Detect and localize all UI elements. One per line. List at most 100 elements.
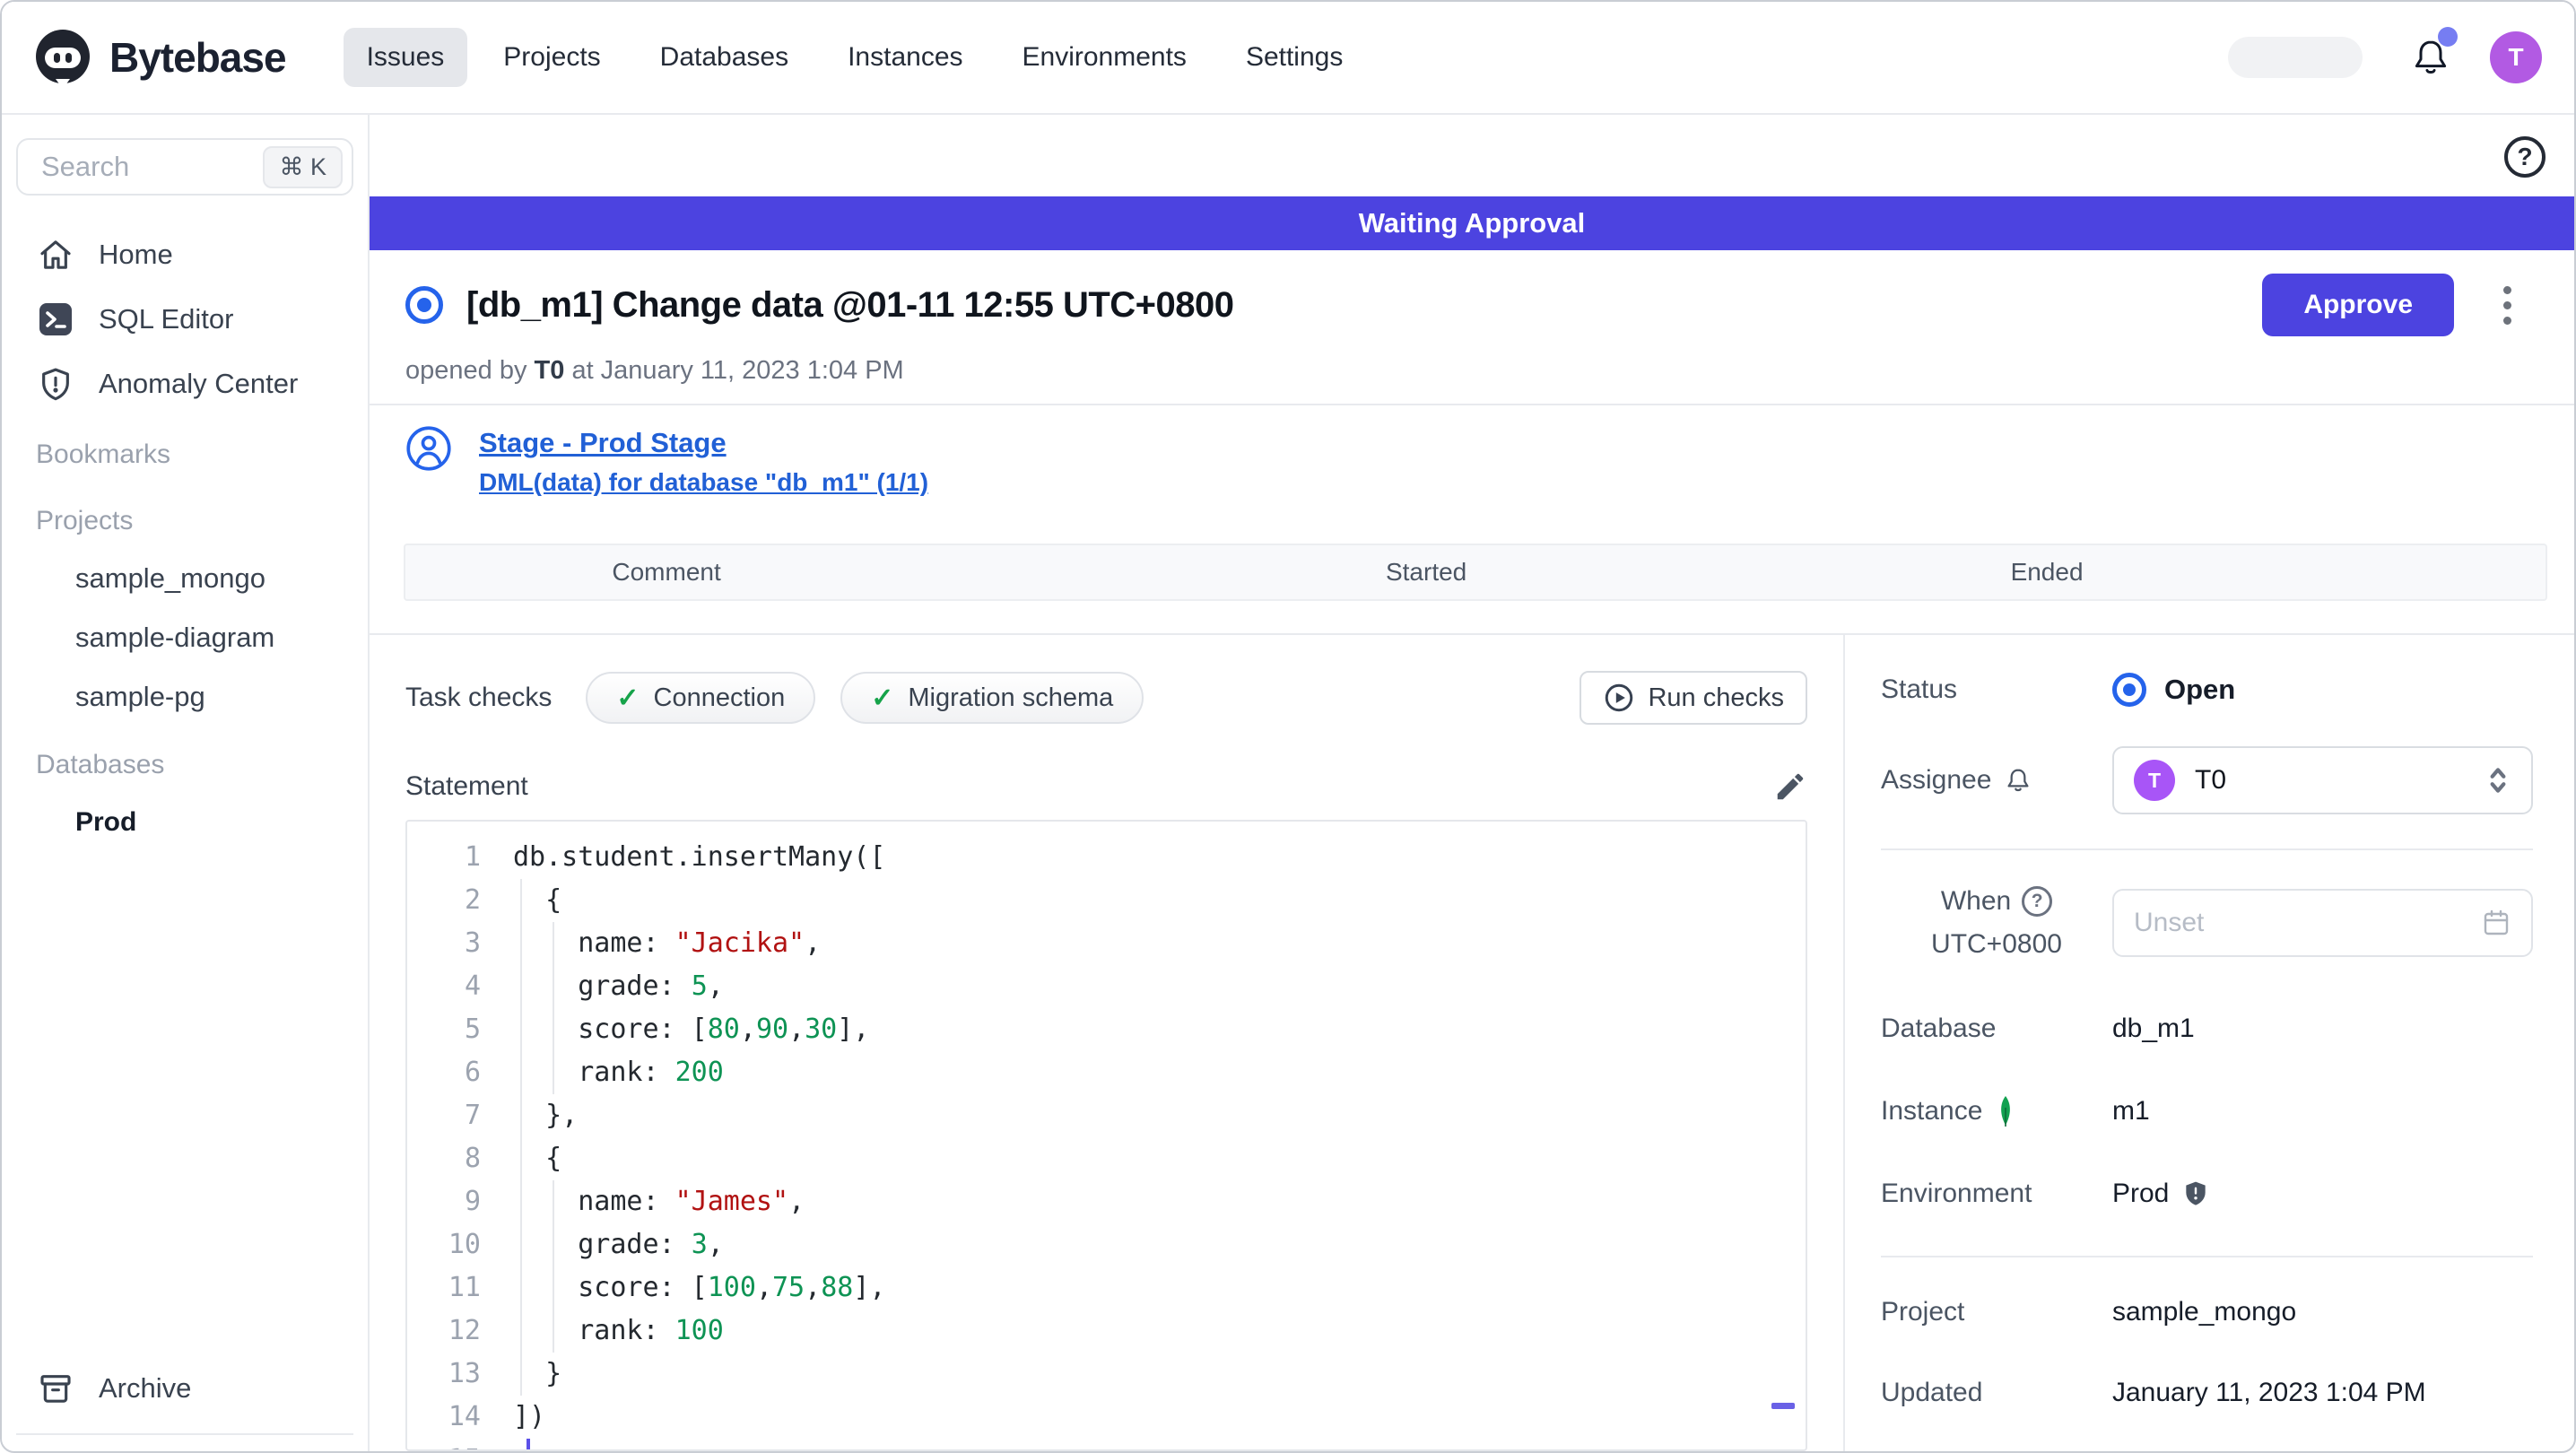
assignee-value: T0: [2195, 765, 2227, 795]
code-text: {: [513, 1143, 562, 1174]
notification-bell-icon[interactable]: [2409, 27, 2458, 79]
sidebar-nav: Home SQL Editor Anomaly Center: [16, 222, 353, 416]
code-text: rank: 100: [513, 1315, 724, 1346]
sidebar-item-label: Home: [99, 239, 173, 270]
task-table-column-comment: Comment: [612, 558, 721, 586]
line-number: 5: [464, 1014, 481, 1045]
top-tab-environments[interactable]: Environments: [999, 28, 1210, 87]
task-check-label: Migration schema: [908, 683, 1114, 712]
mongodb-leaf-icon: [1995, 1094, 2016, 1128]
assignee-label: Assignee: [1881, 765, 1992, 795]
assignee-avatar: T: [2134, 760, 2175, 801]
sidebar-item-home[interactable]: Home: [16, 222, 353, 287]
app-window: Bytebase Issues Projects Databases Instance…: [0, 0, 2576, 1453]
code-text: }: [513, 1358, 562, 1389]
divider: [1881, 1256, 2533, 1257]
sidebar-item-sql-editor[interactable]: SQL Editor: [16, 287, 353, 352]
status-label: Status: [1881, 674, 1958, 704]
assignee-bell-icon: [2004, 766, 2032, 795]
sidebar-project-sample-diagram[interactable]: sample-diagram: [16, 608, 353, 667]
task-table-header: Comment Started Ended: [404, 544, 2547, 601]
status-banner: Waiting Approval: [370, 196, 2574, 250]
stage-section: Stage - Prod Stage DML(data) for databas…: [370, 405, 2574, 515]
approve-button[interactable]: Approve: [2262, 274, 2454, 336]
task-check-pill[interactable]: ✓ Connection: [586, 672, 816, 724]
run-checks-button[interactable]: Run checks: [1580, 671, 1807, 725]
line-number: 11: [448, 1272, 481, 1303]
indent-guide: [553, 1180, 554, 1353]
task-check-pill[interactable]: ✓ Migration schema: [840, 672, 1144, 724]
help-icon[interactable]: ?: [2504, 136, 2546, 178]
task-checks-label: Task checks: [405, 683, 553, 712]
top-tab-instances[interactable]: Instances: [824, 28, 986, 87]
stage-link[interactable]: Stage - Prod Stage: [479, 427, 928, 459]
instance-value: m1: [2112, 1096, 2150, 1126]
user-avatar[interactable]: T: [2490, 31, 2542, 83]
sidebar-item-archive[interactable]: Archive: [16, 1356, 353, 1421]
editor-caret: [527, 1439, 530, 1449]
top-tab-projects[interactable]: Projects: [480, 28, 623, 87]
ghost-pill: [2228, 37, 2363, 78]
indent-guide: [520, 879, 522, 1396]
question-circle-icon[interactable]: ?: [2022, 886, 2053, 917]
project-label: Project: [1881, 1297, 1965, 1327]
database-label: Database: [1881, 1014, 1997, 1043]
task-check-label: Connection: [653, 683, 786, 712]
environment-row: Environment Prod: [1881, 1179, 2533, 1209]
search-shortcut-badge: ⌘ K: [263, 145, 343, 188]
issue-author: T0: [534, 356, 565, 385]
code-text: ]): [513, 1401, 546, 1432]
line-number: 3: [464, 927, 481, 959]
project-value: sample_mongo: [2112, 1297, 2297, 1327]
code-line: 14]): [407, 1396, 1806, 1439]
project-row: Project sample_mongo: [1881, 1297, 2533, 1327]
search-input[interactable]: Search ⌘ K: [16, 138, 353, 196]
sidebar-section-projects: Projects: [36, 506, 134, 535]
code-line: 15: [407, 1439, 1806, 1449]
code-line: 3 name: "Jacika",: [407, 922, 1806, 965]
environment-value: Prod: [2112, 1179, 2170, 1208]
sidebar-footer-divider: [16, 1433, 353, 1435]
when-placeholder: Unset: [2134, 908, 2205, 937]
task-table-column-ended: Ended: [2010, 558, 2084, 586]
edit-statement-pencil-icon[interactable]: [1773, 770, 1807, 804]
bytebase-logo-icon: [30, 25, 95, 90]
updated-label: Updated: [1881, 1378, 1983, 1407]
code-text: name: "James",: [513, 1186, 805, 1217]
sidebar-project-sample_mongo[interactable]: sample_mongo: [16, 549, 353, 608]
code-text: rank: 200: [513, 1057, 724, 1088]
code-text: },: [513, 1100, 579, 1131]
code-line: 11 score: [100,75,88],: [407, 1266, 1806, 1309]
chevron-up-down-icon: [2485, 763, 2511, 797]
issue-meta: opened by T0 at January 11, 2023 1:04 PM: [405, 356, 904, 385]
sidebar-database-prod[interactable]: Prod: [16, 793, 353, 852]
code-text: {: [513, 884, 562, 916]
line-number: 6: [464, 1057, 481, 1088]
statement-code-editor[interactable]: 1 db.student.insertMany([2 {3 name: "Jaci…: [405, 820, 1807, 1451]
check-icon: ✓: [871, 683, 894, 713]
archive-icon: [36, 1370, 75, 1406]
sidebar-item-label: Anomaly Center: [99, 368, 299, 399]
line-number: 15: [407, 1439, 493, 1449]
top-tab-settings[interactable]: Settings: [1223, 28, 1366, 87]
code-text: grade: 5,: [513, 970, 724, 1002]
assignee-select[interactable]: T T0: [2112, 746, 2533, 814]
top-tab-issues[interactable]: Issues: [343, 28, 468, 87]
when-date-input[interactable]: Unset: [2112, 889, 2533, 957]
sidebar-item-anomaly-center[interactable]: Anomaly Center: [16, 352, 353, 416]
top-tab-databases[interactable]: Databases: [637, 28, 812, 87]
line-number: 12: [448, 1315, 481, 1346]
line-number: 13: [448, 1358, 481, 1389]
main-content: ? Waiting Approval [db_m1] Change data @…: [370, 115, 2574, 1451]
when-label: When: [1940, 886, 2012, 916]
stage-person-icon: [405, 425, 452, 472]
line-number: 10: [448, 1229, 481, 1260]
stage-task-link[interactable]: DML(data) for database "db_m1" (1/1): [479, 468, 928, 497]
bytebase-logo[interactable]: Bytebase: [30, 25, 287, 90]
line-number: 1: [464, 841, 481, 873]
status-open-radio-icon: [2112, 673, 2146, 707]
divider: [1881, 848, 2533, 850]
calendar-icon: [2481, 908, 2511, 938]
sidebar-project-sample-pg[interactable]: sample-pg: [16, 667, 353, 726]
more-actions-kebab-icon[interactable]: [2476, 285, 2538, 325]
